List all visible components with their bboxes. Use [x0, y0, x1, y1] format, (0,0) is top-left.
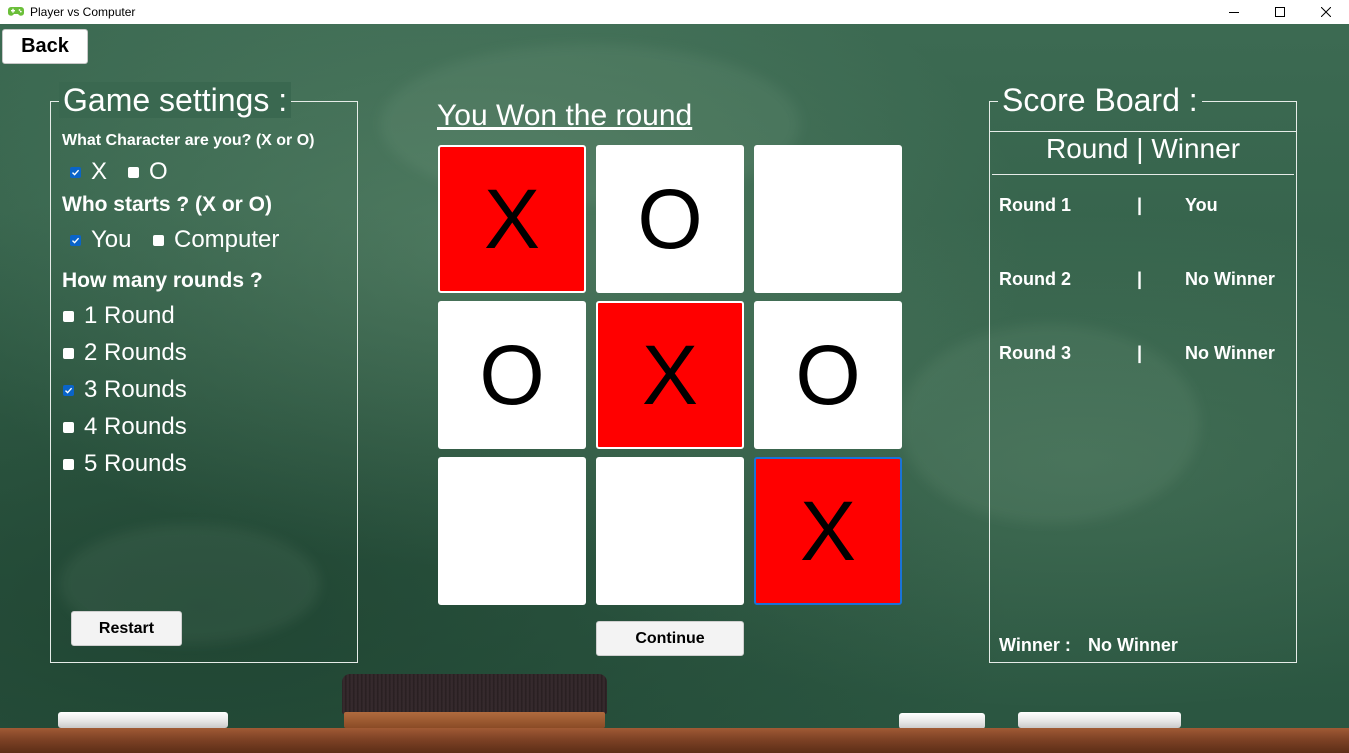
round-status: You Won the round	[437, 99, 693, 132]
rounds-option-label: 2 Rounds	[84, 339, 187, 366]
maximize-button[interactable]	[1257, 0, 1303, 24]
character-option-o[interactable]: O	[128, 158, 168, 186]
starter-option-you[interactable]: You	[70, 226, 132, 254]
checkbox-checked-icon[interactable]	[70, 166, 81, 178]
close-button[interactable]	[1303, 0, 1349, 24]
score-row-winner: You	[1185, 195, 1218, 215]
checkbox-unchecked-icon[interactable]	[63, 310, 74, 322]
score-row-separator: |	[1137, 195, 1143, 215]
board-cell-6[interactable]: O	[754, 301, 902, 449]
overall-winner-label: Winner :	[999, 635, 1071, 655]
character-option-label: O	[149, 158, 168, 185]
score-row-round: Round 2	[999, 269, 1071, 289]
chalkboard-background: Back Game settings : What Character are …	[0, 24, 1349, 753]
restart-button[interactable]: Restart	[71, 611, 182, 646]
score-row-round: Round 3	[999, 343, 1071, 363]
board-cell-3[interactable]	[754, 145, 902, 293]
maximize-icon	[1275, 7, 1285, 17]
window-titlebar: Player vs Computer	[0, 0, 1349, 24]
board-cell-5[interactable]: X	[596, 301, 744, 449]
board-cell-1[interactable]: X	[438, 145, 586, 293]
checkbox-unchecked-icon[interactable]	[63, 458, 74, 470]
minimize-button[interactable]	[1211, 0, 1257, 24]
divider	[992, 174, 1294, 175]
overall-winner-value: No Winner	[1088, 635, 1178, 655]
checkbox-unchecked-icon[interactable]	[63, 421, 74, 433]
character-question: What Character are you? (X or O)	[62, 132, 315, 149]
checkbox-unchecked-icon[interactable]	[153, 234, 164, 246]
rounds-option-1[interactable]: 1 Round	[63, 302, 175, 330]
board-cell-2[interactable]: O	[596, 145, 744, 293]
rounds-option-3[interactable]: 3 Rounds	[63, 376, 187, 404]
character-option-label: X	[91, 158, 108, 185]
rounds-option-4[interactable]: 4 Rounds	[63, 413, 187, 441]
rounds-option-label: 4 Rounds	[84, 413, 187, 440]
rounds-option-5[interactable]: 5 Rounds	[63, 450, 187, 478]
checkbox-checked-icon[interactable]	[70, 234, 81, 246]
score-row-round: Round 1	[999, 195, 1071, 215]
continue-button[interactable]: Continue	[596, 621, 744, 656]
board-cell-7[interactable]	[438, 457, 586, 605]
gamepad-icon	[8, 6, 24, 18]
chalk-piece	[1018, 712, 1181, 728]
game-settings-title: Game settings :	[59, 82, 292, 118]
rounds-option-label: 5 Rounds	[84, 450, 187, 477]
eraser-image	[342, 674, 607, 728]
divider	[990, 131, 1296, 132]
score-board-title: Score Board :	[998, 82, 1202, 118]
rounds-option-label: 1 Round	[84, 302, 175, 329]
board-cell-9[interactable]: X	[754, 457, 902, 605]
score-row-winner: No Winner	[1185, 343, 1275, 363]
rounds-option-2[interactable]: 2 Rounds	[63, 339, 187, 367]
starter-option-label: Computer	[174, 226, 280, 253]
starter-question: Who starts ? (X or O)	[62, 193, 272, 216]
starter-option-label: You	[91, 226, 132, 253]
board-cell-8[interactable]	[596, 457, 744, 605]
checkbox-checked-icon[interactable]	[63, 384, 74, 396]
back-button[interactable]: Back	[2, 29, 88, 64]
starter-option-computer[interactable]: Computer	[153, 226, 279, 254]
score-row-winner: No Winner	[1185, 269, 1275, 289]
chalk-piece	[58, 712, 228, 728]
close-icon	[1321, 7, 1331, 17]
character-option-x[interactable]: X	[70, 158, 107, 186]
chalk-tray	[0, 728, 1349, 753]
minimize-icon	[1229, 12, 1239, 13]
rounds-option-label: 3 Rounds	[84, 376, 187, 403]
score-board-header: Round | Winner	[1045, 133, 1241, 164]
chalk-piece	[899, 713, 985, 729]
rounds-question: How many rounds ?	[62, 269, 263, 292]
checkbox-unchecked-icon[interactable]	[63, 347, 74, 359]
score-board-group: Score Board :	[989, 82, 1297, 663]
board-cell-4[interactable]: O	[438, 301, 586, 449]
window-title: Player vs Computer	[30, 5, 136, 19]
checkbox-unchecked-icon[interactable]	[128, 166, 139, 178]
score-row-separator: |	[1137, 269, 1143, 289]
score-row-separator: |	[1137, 343, 1143, 363]
